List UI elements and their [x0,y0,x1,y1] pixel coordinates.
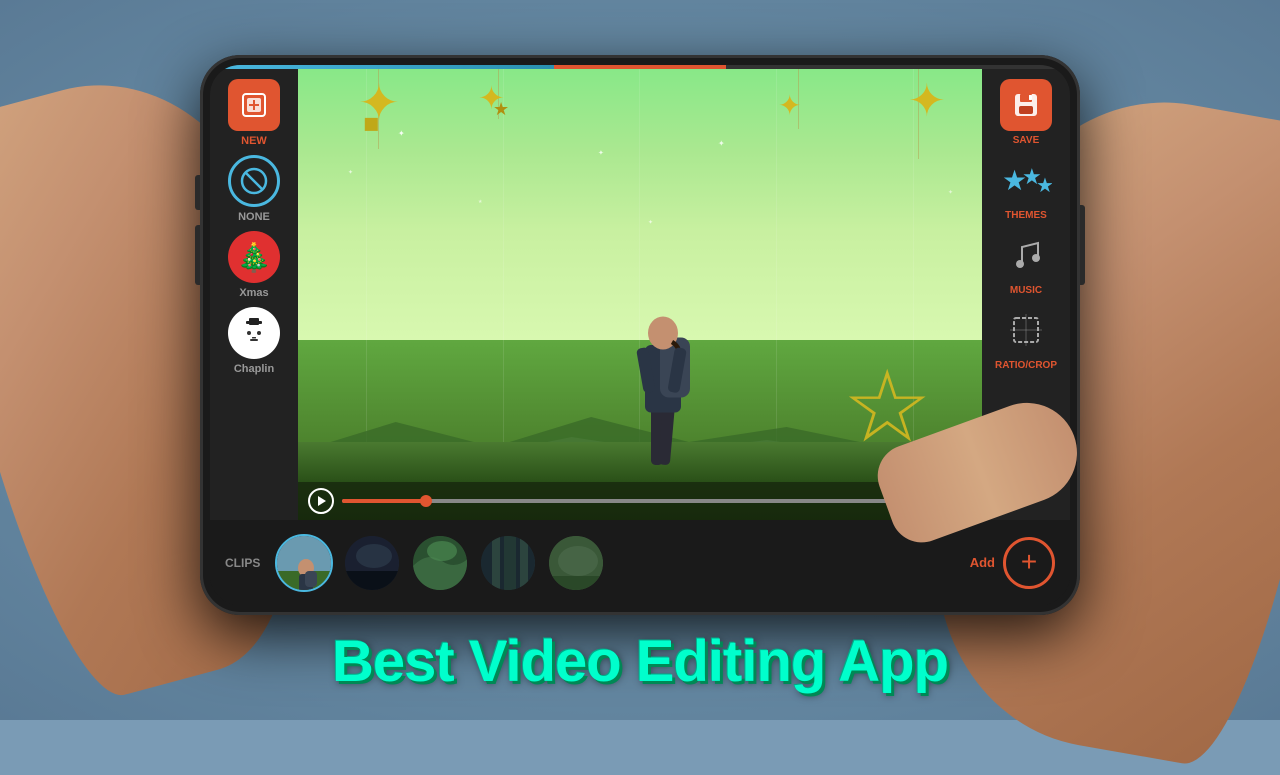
music-note-icon [1006,235,1046,275]
playback-dot [420,495,432,507]
new-icon-box [228,79,280,131]
sparkle-4: ★ [478,199,482,205]
clip-thumbnail-3 [413,536,467,590]
sparkle-2: ✦ [348,169,353,176]
video-preview: ✦ ✦ ✦ ✦ ✦ ◆ ★ ☆ [298,69,982,520]
clip-4-preview [481,536,537,592]
clip-item-5[interactable] [547,534,605,592]
new-button[interactable]: NEW [228,79,280,147]
person-silhouette [610,240,710,480]
clips-label: CLIPS [225,556,260,570]
clip-thumbnail-4 [481,536,535,590]
themes-label: THEMES [1005,210,1047,221]
sparkle-5: ✦ [718,139,725,148]
clip-thumbnail-5 [549,536,603,590]
clip-item-4[interactable] [479,534,537,592]
sparkle-6: ✦ [648,219,653,226]
volume-btn-2 [195,225,200,285]
crop-icon [1006,310,1046,350]
ratio-crop-label: RATIO/CROP [995,360,1057,371]
save-icon [1011,90,1041,120]
playback-fill [342,499,426,503]
add-area: Add + [970,537,1055,589]
clip-thumbnail-2 [345,536,399,590]
star-top-right: ✦ [908,74,946,127]
themes-stars-icon: ★ ★ ★ [1000,162,1052,198]
music-label: MUSIC [1010,285,1042,296]
add-plus-icon: + [1021,548,1037,576]
save-button[interactable]: SAVE [1000,79,1052,146]
chaplin-icon [228,307,280,359]
clip-item-2[interactable] [343,534,401,592]
xmas-icon: 🎄 [228,231,280,283]
save-icon-box [1000,79,1052,131]
chaplin-face-svg [234,313,274,353]
clip-item-3[interactable] [411,534,469,592]
ratio-crop-button[interactable]: RATIO/CROP [995,304,1057,371]
volume-btn-1 [195,175,200,210]
sparkle-3: ✦ [598,149,604,157]
sparkle-1: ✦ [398,129,405,138]
clip-1-preview [277,536,333,592]
play-icon [318,496,326,506]
new-icon [239,90,269,120]
star-top-center: ✦ [778,89,801,122]
power-btn [1080,205,1085,285]
left-panel: NEW NONE 🎄 [210,69,298,520]
new-label: NEW [241,135,267,147]
clip-item-1[interactable] [275,534,333,592]
clip-2-preview [345,536,401,592]
sparkle-8: ✦ [948,189,953,196]
play-button[interactable] [308,488,334,514]
music-button[interactable]: MUSIC [1000,229,1052,296]
xmas-button[interactable]: 🎄 Xmas [228,231,280,299]
themes-icon: ★ ★ ★ [1000,154,1052,206]
hanging-small-star: ★ [493,99,509,120]
none-button[interactable]: NONE [228,155,280,223]
ratio-icon [1000,304,1052,356]
add-clip-button[interactable]: + [1003,537,1055,589]
clip-thumbnail-1 [277,536,331,590]
xmas-label: Xmas [239,287,268,299]
save-label: SAVE [1013,135,1040,146]
add-label: Add [970,555,995,570]
playback-progress-bar[interactable] [342,499,900,503]
svg-text:★: ★ [1036,175,1052,197]
headline-text: Best Video Editing App [0,628,1280,695]
chaplin-button[interactable]: Chaplin [228,307,280,375]
themes-button[interactable]: ★ ★ ★ THEMES [1000,154,1052,221]
clip-5-preview [549,536,605,592]
chaplin-label: Chaplin [234,363,274,375]
music-icon [1000,229,1052,281]
xmas-emoji: 🎄 [237,241,272,274]
ban-icon [239,166,269,196]
clip-3-preview [413,536,469,592]
none-label: NONE [238,211,270,223]
none-icon [228,155,280,207]
